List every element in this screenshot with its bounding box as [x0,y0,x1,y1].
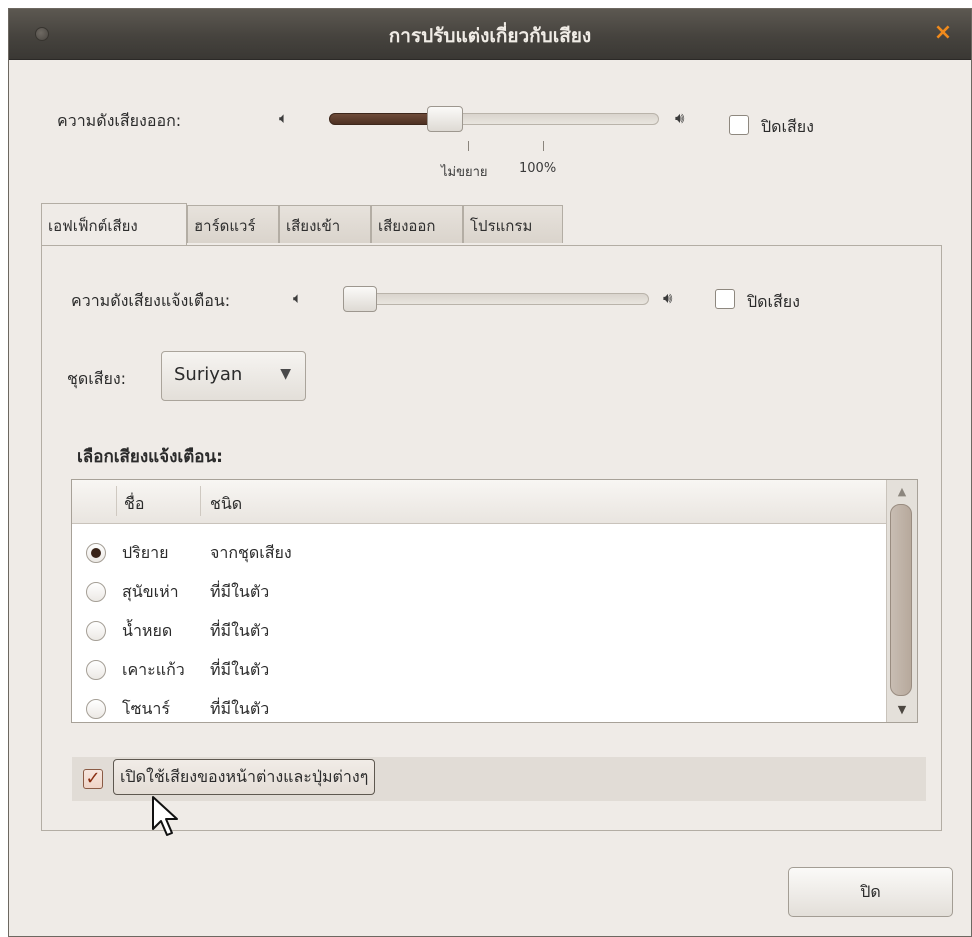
list-item[interactable]: เคาะแก้ว ที่มีในตัว [72,650,887,689]
alert-volume-handle[interactable] [343,286,377,312]
choose-alert-heading: เลือกเสียงแจ้งเตือน: [77,447,223,467]
speaker-low-icon: 🔈︎ [279,109,289,127]
speaker-high-icon: 🔊︎ [675,109,685,127]
alert-mute-checkbox[interactable] [715,289,735,309]
sound-type: ที่มีในตัว [210,582,270,601]
alert-volume-slider[interactable] [343,293,649,305]
radio-button[interactable] [86,621,106,641]
title-bar[interactable]: การปรับแต่งเกี่ยวกับเสียง × [9,9,971,60]
output-volume-fill [329,113,439,125]
close-button[interactable]: ปิด [788,867,953,917]
mark-100-percent: 100% [519,161,557,176]
sound-name: เคาะแก้ว [122,660,185,679]
tab-output[interactable]: เสียงออก [371,205,463,243]
list-scrollbar[interactable]: ▲ ▼ [886,480,917,722]
output-volume-label: ความดังเสียงออก: [57,111,182,130]
tab-input[interactable]: เสียงเข้า [279,205,371,243]
alert-mute-label: ปิดเสียง [747,292,800,311]
sound-type: จากชุดเสียง [210,543,292,562]
sound-type: ที่มีในตัว [210,660,270,679]
close-window-icon[interactable]: × [929,19,957,47]
tab-applications[interactable]: โปรแกรม [463,205,563,243]
alert-volume-label: ความดังเสียงแจ้งเตือน: [71,291,231,310]
column-header-type[interactable]: ชนิด [210,492,242,517]
header-separator [116,486,117,516]
mark-unamplified: ไม่ขยาย [441,165,488,180]
scrollbar-thumb[interactable] [890,504,912,696]
dropdown-arrow-icon: ▼ [280,366,291,382]
list-item[interactable]: โซนาร์ ที่มีในตัว [72,689,887,722]
sound-theme-value: Suriyan [174,364,243,385]
sound-type: ที่มีในตัว [210,699,270,718]
radio-button[interactable] [86,699,106,719]
tab-sound-effects[interactable]: เอฟเฟ็กต์เสียง [41,203,187,245]
list-header: ชื่อ ชนิด [72,480,887,524]
radio-button[interactable] [86,582,106,602]
sound-theme-label: ชุดเสียง: [67,369,127,388]
output-mute-checkbox[interactable] [729,115,749,135]
sound-name: ปริยาย [122,543,169,562]
sound-name: สุนัขเห่า [122,582,179,601]
tab-hardware[interactable]: ฮาร์ดแวร์ [187,205,279,243]
scroll-down-icon[interactable]: ▼ [887,700,917,720]
tick-unamplified [468,141,469,151]
sound-type: ที่มีในตัว [210,621,270,640]
sound-name: โซนาร์ [122,699,170,718]
alert-speaker-high-icon: 🔊︎ [663,289,673,307]
header-separator [200,486,201,516]
list-item[interactable]: น้ำหยด ที่มีในตัว [72,611,887,650]
sound-name: น้ำหยด [122,621,173,640]
radio-button[interactable] [86,660,106,680]
window-title: การปรับแต่งเกี่ยวกับเสียง [388,25,592,47]
mouse-pointer-icon [152,796,178,836]
alert-speaker-low-icon: 🔈︎ [293,289,303,307]
radio-selected[interactable] [86,543,106,563]
output-mute-label: ปิดเสียง [761,117,814,136]
alert-sound-list[interactable]: ชื่อ ชนิด ปริยาย จากชุดเสียง สุนัขเห่า ท… [71,479,918,723]
sound-preferences-window: การปรับแต่งเกี่ยวกับเสียง × ความดังเสียง… [8,8,972,937]
output-volume-handle[interactable] [427,106,463,132]
scroll-up-icon[interactable]: ▲ [887,482,917,502]
window-sounds-label[interactable]: เปิดใช้เสียงของหน้าต่างและปุ่มต่างๆ [113,759,376,795]
tick-100 [543,141,544,151]
sound-theme-combo[interactable]: Suriyan ▼ [161,351,306,401]
window-sounds-checkbox[interactable]: ✓ [83,769,103,789]
list-item[interactable]: สุนัขเห่า ที่มีในตัว [72,572,887,611]
list-item[interactable]: ปริยาย จากชุดเสียง [72,533,887,572]
column-header-name[interactable]: ชื่อ [124,492,144,517]
